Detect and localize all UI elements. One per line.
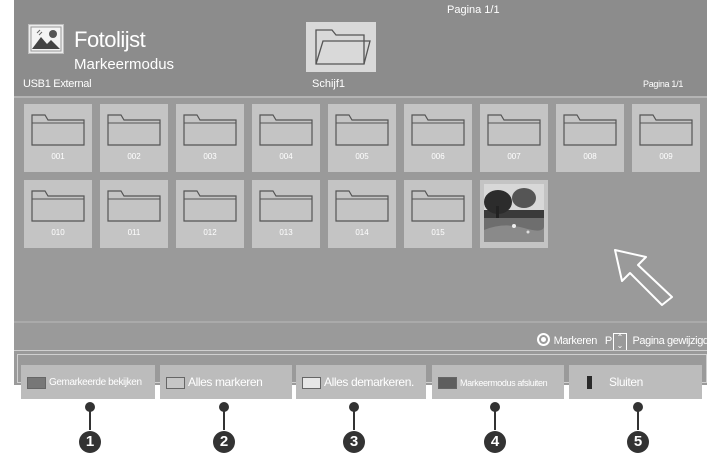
- color-key-swatch: [438, 377, 457, 389]
- folder-label: 007: [507, 152, 521, 161]
- pointer-cursor-icon: [614, 249, 673, 306]
- p-key-label: P: [604, 335, 612, 347]
- drive-label: Schijf1: [312, 78, 346, 90]
- folder-tile[interactable]: 008: [556, 104, 624, 172]
- folder-tile[interactable]: 003: [176, 104, 244, 172]
- drive-folder-icon: [306, 22, 376, 72]
- callout-line: [637, 406, 639, 430]
- folder-tile[interactable]: 015: [404, 180, 472, 248]
- callout-number: 4: [484, 431, 506, 453]
- button-label: Markeermodus afsluiten: [460, 378, 548, 388]
- callout-line: [89, 406, 91, 430]
- close-button[interactable]: Sluiten: [569, 365, 702, 399]
- legend-divider: [14, 350, 707, 351]
- folder-tile[interactable]: 002: [100, 104, 168, 172]
- color-key-swatch: [166, 377, 185, 389]
- folder-tile[interactable]: 004: [252, 104, 320, 172]
- device-label: USB1 External: [23, 78, 92, 90]
- folder-label: 010: [51, 228, 65, 237]
- app-title: Fotolijst: [74, 27, 146, 52]
- folder-tile[interactable]: 010: [24, 180, 92, 248]
- exit-door-icon: [587, 376, 592, 389]
- folder-label: 001: [51, 152, 65, 161]
- callout-number: 1: [79, 431, 101, 453]
- unmark-all-button[interactable]: Alles demarkeren.: [296, 365, 426, 399]
- key-legend: Markeren P ⌃ ⌄ Pagina gewijzigd: [537, 333, 707, 351]
- page-indicator: Pagina 1/1: [643, 79, 684, 89]
- callout-line: [353, 406, 355, 430]
- folder-tile[interactable]: 013: [252, 180, 320, 248]
- page-change-label: Pagina gewijzigd: [632, 335, 707, 347]
- callout-number: 2: [213, 431, 235, 453]
- mode-subtitle: Markeermodus: [74, 56, 175, 73]
- folder-tile[interactable]: 001: [24, 104, 92, 172]
- button-label: Gemarkeerde bekijken: [49, 377, 142, 388]
- folder-tile[interactable]: 009: [632, 104, 700, 172]
- header-divider: [14, 96, 707, 98]
- color-key-swatch: [302, 377, 321, 389]
- callout-line: [223, 406, 225, 430]
- folder-label: 006: [431, 152, 445, 161]
- landscape-photo-icon: [484, 184, 544, 242]
- button-label: Alles demarkeren.: [324, 375, 414, 389]
- exit-mark-mode-button[interactable]: Markeermodus afsluiten: [432, 365, 564, 399]
- folder-label: 012: [203, 228, 217, 237]
- mark-all-button[interactable]: Alles markeren: [160, 365, 292, 399]
- mark-label: Markeren: [553, 335, 598, 347]
- color-key-swatch: [27, 377, 46, 389]
- photo-frame-app-icon: [28, 24, 64, 54]
- folder-tile[interactable]: 007: [480, 104, 548, 172]
- view-marked-button[interactable]: Gemarkeerde bekijken: [21, 365, 155, 399]
- folder-tile[interactable]: 011: [100, 180, 168, 248]
- folder-label: 005: [355, 152, 369, 161]
- folder-label: 004: [279, 152, 293, 161]
- ok-button-icon: [537, 333, 550, 346]
- folder-tile[interactable]: 006: [404, 104, 472, 172]
- folder-label: 011: [127, 228, 141, 237]
- folder-tile[interactable]: 014: [328, 180, 396, 248]
- button-label: Sluiten: [609, 375, 643, 389]
- folder-label: 015: [431, 228, 445, 237]
- photo-thumbnail[interactable]: [480, 180, 548, 248]
- callout-line: [494, 406, 496, 430]
- button-label: Alles markeren: [188, 375, 263, 389]
- folder-label: 003: [203, 152, 217, 161]
- folder-tile[interactable]: 005: [328, 104, 396, 172]
- grid-divider: [14, 321, 707, 323]
- folder-label: 002: [127, 152, 141, 161]
- folder-tile[interactable]: 012: [176, 180, 244, 248]
- folder-grid: 001 002 003 004 005 006 007 008 009 010 …: [24, 104, 704, 324]
- callout-number: 5: [627, 431, 649, 453]
- folder-label: 008: [583, 152, 597, 161]
- header: Fotolijst Markeermodus USB1 External Pag…: [14, 0, 707, 96]
- callout-number: 3: [343, 431, 365, 453]
- folder-label: 009: [659, 152, 673, 161]
- folder-label: 013: [279, 228, 293, 237]
- page-up-down-icon: ⌃ ⌄: [612, 333, 627, 351]
- photo-frame-screen: Fotolijst Markeermodus USB1 External Pag…: [14, 0, 707, 385]
- page-indicator-top: Pagina 1/1: [447, 4, 500, 16]
- folder-label: 014: [355, 228, 369, 237]
